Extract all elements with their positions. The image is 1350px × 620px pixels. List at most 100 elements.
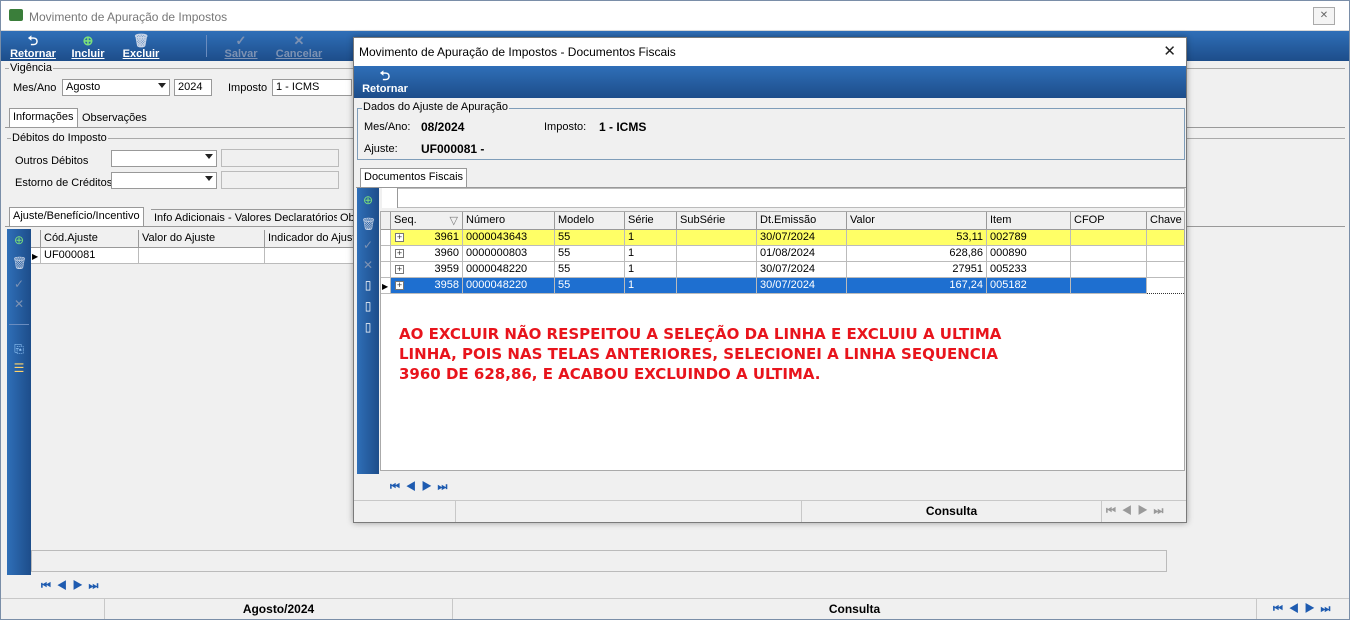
salvar-button[interactable]: ✓ Salvar — [219, 31, 263, 61]
status-record-navigator[interactable]: ⏮◀▶⏭ — [1273, 603, 1336, 616]
tab-ajuste-beneficio[interactable]: Ajuste/Benefício/Incentivo — [9, 207, 144, 227]
dialog-retornar-button[interactable]: ⮌ Retornar — [356, 66, 414, 96]
cell-numero[interactable]: 0000048220 — [463, 262, 555, 278]
expand-icon[interactable]: + — [395, 233, 404, 242]
cell-dt[interactable]: 30/07/2024 — [757, 262, 847, 278]
document-icon[interactable]: ▯ — [361, 278, 375, 292]
expand-icon[interactable]: + — [395, 281, 404, 290]
cell-modelo[interactable]: 55 — [555, 262, 625, 278]
cell-seq[interactable]: +3959 — [391, 262, 463, 278]
cell-serie[interactable]: 1 — [625, 246, 677, 262]
col-item[interactable]: Item — [987, 212, 1071, 230]
cell-numero[interactable]: 0000048220 — [463, 278, 555, 294]
close-button[interactable]: ✕ — [1313, 7, 1335, 25]
col-modelo[interactable]: Modelo — [555, 212, 625, 230]
ajuste-indicador-cell[interactable] — [265, 248, 361, 264]
cell-valor[interactable]: 53,11 — [847, 230, 987, 246]
table-row[interactable]: +3961 0000043643 55 1 30/07/2024 53,11 002789 — [381, 230, 1184, 246]
retornar-button[interactable]: ⮌ Retornar — [5, 31, 61, 61]
table-row[interactable]: +3960 0000000803 55 1 01/08/2024 628,86 000890 — [381, 246, 1184, 262]
cell-seq[interactable]: +3958 — [391, 278, 463, 294]
cell-numero[interactable]: 0000000803 — [463, 246, 555, 262]
cell-cfop[interactable] — [1071, 246, 1147, 262]
cell-chave[interactable] — [1147, 246, 1184, 262]
cell-serie[interactable]: 1 — [625, 230, 677, 246]
col-dt-emissao[interactable]: Dt.Emissão — [757, 212, 847, 230]
expand-icon[interactable]: + — [395, 265, 404, 274]
ano-field[interactable]: 2024 — [174, 79, 212, 96]
incluir-button[interactable]: ⊕ Incluir — [65, 31, 111, 61]
cell-item[interactable]: 002789 — [987, 230, 1071, 246]
col-valor-ajuste[interactable]: Valor do Ajuste — [139, 230, 265, 248]
cell-seq[interactable]: +3960 — [391, 246, 463, 262]
cell-chave[interactable] — [1147, 262, 1184, 278]
cell-item[interactable]: 005182 — [987, 278, 1071, 294]
main-record-navigator[interactable]: ⏮◀▶⏭ — [41, 580, 104, 593]
cancel-icon[interactable]: ✕ — [361, 258, 375, 272]
tab-observacoes[interactable]: Observações — [79, 110, 150, 128]
cell-cfop[interactable] — [1071, 278, 1147, 294]
cell-valor[interactable]: 628,86 — [847, 246, 987, 262]
cell-dt[interactable]: 30/07/2024 — [757, 278, 847, 294]
document-icon[interactable]: ▯ — [361, 320, 375, 334]
expand-icon[interactable]: + — [395, 249, 404, 258]
col-valor[interactable]: Valor — [847, 212, 987, 230]
cell-subserie[interactable] — [677, 278, 757, 294]
excluir-button[interactable]: 🗑 Excluir — [115, 31, 167, 61]
col-serie[interactable]: Série — [625, 212, 677, 230]
cell-modelo[interactable]: 55 — [555, 230, 625, 246]
table-row[interactable]: ▶ UF000081 — [31, 248, 361, 264]
outros-debitos-select[interactable] — [111, 150, 217, 167]
grid-filter-row[interactable] — [382, 188, 1185, 208]
add-icon[interactable]: ⊕ — [361, 193, 375, 207]
cell-subserie[interactable] — [677, 230, 757, 246]
col-cfop[interactable]: CFOP — [1071, 212, 1147, 230]
tab-info-adicionais[interactable]: Info Adicionais - Valores Declaratórios — [151, 209, 344, 227]
col-subserie[interactable]: SubSérie — [677, 212, 757, 230]
check-icon[interactable]: ✓ — [361, 238, 375, 252]
documents-icon[interactable]: ⎘ — [12, 342, 26, 356]
col-indicador-ajuste[interactable]: Indicador do Ajuste — [265, 230, 361, 248]
col-seq[interactable]: Seq. ▽ — [391, 212, 463, 230]
col-chave[interactable]: Chave — [1147, 212, 1184, 230]
cell-item[interactable]: 005233 — [987, 262, 1071, 278]
table-row[interactable]: ▶ +3958 0000048220 55 1 30/07/2024 167,24 00518… — [381, 278, 1184, 294]
cell-dt[interactable]: 01/08/2024 — [757, 246, 847, 262]
cell-dt[interactable]: 30/07/2024 — [757, 230, 847, 246]
table-row[interactable]: +3959 0000048220 55 1 30/07/2024 27951 005233 — [381, 262, 1184, 278]
trash-icon[interactable]: 🗑 — [12, 256, 27, 270]
ajuste-codigo-cell[interactable]: UF000081 — [41, 248, 139, 264]
cell-seq[interactable]: +3961 — [391, 230, 463, 246]
dlg-status-navigator[interactable]: ⏮◀▶⏭ — [1106, 505, 1169, 518]
filter-cell[interactable] — [382, 188, 398, 208]
col-codigo-ajuste[interactable]: Cód.Ajuste — [41, 230, 139, 248]
col-numero[interactable]: Número — [463, 212, 555, 230]
cell-subserie[interactable] — [677, 262, 757, 278]
cell-chave[interactable] — [1147, 278, 1184, 294]
dialog-record-navigator[interactable]: ⏮◀▶⏭ — [390, 481, 453, 494]
document-icon[interactable]: ▯ — [361, 299, 375, 313]
cancel-icon[interactable]: ✕ — [12, 297, 26, 311]
dialog-close-icon[interactable]: ✕ — [1163, 42, 1176, 60]
ajuste-valor-cell[interactable] — [139, 248, 265, 264]
cell-serie[interactable]: 1 — [625, 262, 677, 278]
cell-cfop[interactable] — [1071, 230, 1147, 246]
estorno-creditos-select[interactable] — [111, 172, 217, 189]
add-icon[interactable]: ⊕ — [12, 233, 26, 247]
cell-cfop[interactable] — [1071, 262, 1147, 278]
list-icon[interactable]: ☰ — [12, 361, 26, 375]
cell-subserie[interactable] — [677, 246, 757, 262]
cell-modelo[interactable]: 55 — [555, 246, 625, 262]
cell-numero[interactable]: 0000043643 — [463, 230, 555, 246]
tab-informacoes[interactable]: Informações — [9, 108, 78, 128]
cell-chave[interactable] — [1147, 230, 1184, 246]
tab-documentos-fiscais[interactable]: Documentos Fiscais — [360, 168, 468, 188]
imposto-field[interactable]: 1 - ICMS — [272, 79, 352, 96]
cancelar-button[interactable]: ✕ Cancelar — [271, 31, 327, 61]
cell-valor[interactable]: 27951 — [847, 262, 987, 278]
grid-horizontal-scrollbar[interactable] — [395, 470, 879, 471]
cell-serie[interactable]: 1 — [625, 278, 677, 294]
check-icon[interactable]: ✓ — [12, 277, 26, 291]
cell-modelo[interactable]: 55 — [555, 278, 625, 294]
mes-select[interactable]: Agosto — [62, 79, 170, 96]
